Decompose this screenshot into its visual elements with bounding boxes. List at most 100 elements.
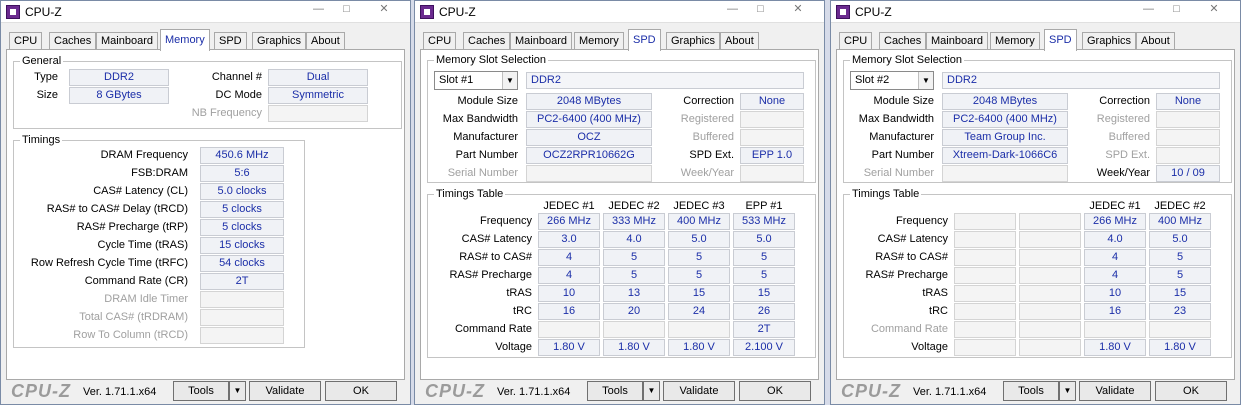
type-label: Type — [34, 71, 58, 83]
tools-dropdown-icon[interactable]: ▼ — [643, 381, 660, 401]
spd-label: Serial Number — [447, 167, 518, 179]
timing-cell — [954, 339, 1016, 356]
tab-mainboard[interactable]: Mainboard — [510, 32, 572, 50]
timing-row-label: CAS# Latency — [461, 233, 532, 245]
spd-panel: Memory Slot Selection Slot #1 ▼ DDR2 Mod… — [420, 49, 819, 380]
timing-cell: 266 MHz — [1084, 213, 1146, 230]
close-icon[interactable]: ✕ — [1194, 1, 1234, 19]
tools-dropdown-icon[interactable]: ▼ — [1059, 381, 1076, 401]
ok-button[interactable]: OK — [325, 381, 397, 401]
timing-cell: 5.0 — [733, 231, 795, 248]
slot-select-value: Slot #2 — [855, 74, 890, 86]
spd-value: Xtreem-Dark-1066C6 — [942, 147, 1068, 164]
timing-cell: 5 — [603, 267, 665, 284]
type-value: DDR2 — [69, 69, 169, 86]
timing-label: Total CAS# (tRDRAM) — [79, 311, 188, 323]
timing-cell: 2T — [733, 321, 795, 338]
close-icon[interactable]: ✕ — [778, 1, 818, 19]
tab-memory[interactable]: Memory — [160, 29, 210, 51]
timing-value: 5:6 — [200, 165, 284, 182]
tab-graphics[interactable]: Graphics — [666, 32, 721, 50]
timing-row-label: Voltage — [911, 341, 948, 353]
maximize-icon[interactable]: □ — [333, 1, 360, 19]
column-header: JEDEC #3 — [673, 200, 725, 212]
tab-about[interactable]: About — [720, 32, 759, 50]
tab-memory[interactable]: Memory — [574, 32, 624, 50]
timing-cell: 400 MHz — [668, 213, 730, 230]
tab-cpu[interactable]: CPU — [839, 32, 873, 50]
validate-button[interactable]: Validate — [1079, 381, 1151, 401]
chevron-down-icon[interactable]: ▼ — [918, 72, 933, 89]
spd-value: None — [740, 93, 804, 110]
tools-button[interactable]: Tools — [1003, 381, 1059, 401]
timing-cell: 333 MHz — [603, 213, 665, 230]
timing-cell — [1084, 321, 1146, 338]
timing-row-label: Command Rate — [870, 323, 948, 335]
tools-button[interactable]: Tools — [587, 381, 643, 401]
nbfreq-label: NB Frequency — [191, 107, 262, 119]
timing-cell — [538, 321, 600, 338]
tools-button[interactable]: Tools — [173, 381, 229, 401]
validate-button[interactable]: Validate — [663, 381, 735, 401]
tab-caches[interactable]: Caches — [463, 32, 511, 50]
timing-cell — [1019, 231, 1081, 248]
minimize-icon[interactable]: — — [1135, 1, 1162, 19]
spd-value: OCZ2RPR10662G — [526, 147, 652, 164]
timing-value: 15 clocks — [200, 237, 284, 254]
timing-cell — [954, 213, 1016, 230]
chevron-down-icon[interactable]: ▼ — [502, 72, 517, 89]
tab-cpu[interactable]: CPU — [9, 32, 43, 50]
tab-spd[interactable]: SPD — [1044, 29, 1077, 51]
timing-label: DRAM Frequency — [100, 149, 188, 161]
cpuz-app-icon — [836, 5, 850, 19]
maximize-icon[interactable]: □ — [747, 1, 774, 19]
spd-panel: Memory Slot Selection Slot #2 ▼ DDR2 Mod… — [836, 49, 1235, 380]
spd-label: Part Number — [455, 149, 518, 161]
spd-value — [942, 165, 1068, 182]
slot-select[interactable]: Slot #2 ▼ — [850, 71, 934, 90]
timing-cell: 1.80 V — [668, 339, 730, 356]
timing-row-label: Frequency — [480, 215, 532, 227]
title-bar[interactable]: CPU-Z — □ ✕ — [1, 1, 410, 23]
tab-mainboard[interactable]: Mainboard — [926, 32, 988, 50]
slot-select[interactable]: Slot #1 ▼ — [434, 71, 518, 90]
title-bar[interactable]: CPU-Z — □ ✕ — [415, 1, 824, 23]
size-label: Size — [36, 89, 58, 101]
spd-value — [526, 165, 652, 182]
column-header: JEDEC #2 — [1154, 200, 1206, 212]
ok-button[interactable]: OK — [739, 381, 811, 401]
minimize-icon[interactable]: — — [305, 1, 332, 19]
tab-caches[interactable]: Caches — [879, 32, 927, 50]
timing-cell — [668, 321, 730, 338]
maximize-icon[interactable]: □ — [1163, 1, 1190, 19]
close-icon[interactable]: ✕ — [364, 1, 404, 19]
slot-group-title: Memory Slot Selection — [434, 53, 549, 67]
tab-graphics[interactable]: Graphics — [1082, 32, 1137, 50]
timing-cell — [954, 285, 1016, 302]
timing-cell: 533 MHz — [733, 213, 795, 230]
timing-cell: 16 — [1084, 303, 1146, 320]
spd-label: Week/Year — [1096, 167, 1150, 179]
ok-button[interactable]: OK — [1155, 381, 1227, 401]
tab-memory[interactable]: Memory — [990, 32, 1040, 50]
tab-about[interactable]: About — [306, 32, 345, 50]
minimize-icon[interactable]: — — [719, 1, 746, 19]
tab-about[interactable]: About — [1136, 32, 1175, 50]
timing-cell: 5 — [733, 267, 795, 284]
tools-dropdown-icon[interactable]: ▼ — [229, 381, 246, 401]
tab-cpu[interactable]: CPU — [423, 32, 457, 50]
tab-spd[interactable]: SPD — [214, 32, 247, 50]
validate-button[interactable]: Validate — [249, 381, 321, 401]
spd-label: Buffered — [692, 131, 734, 143]
spd-label: Registered — [680, 113, 734, 125]
spd-value — [1156, 147, 1220, 164]
tab-caches[interactable]: Caches — [49, 32, 97, 50]
general-group: General Type DDR2 Size 8 GBytes Channel … — [13, 54, 402, 129]
size-value: 8 GBytes — [69, 87, 169, 104]
window-title: CPU-Z — [439, 5, 476, 19]
timing-value: 450.6 MHz — [200, 147, 284, 164]
tab-mainboard[interactable]: Mainboard — [96, 32, 158, 50]
title-bar[interactable]: CPU-Z — □ ✕ — [831, 1, 1240, 23]
tab-graphics[interactable]: Graphics — [252, 32, 307, 50]
tab-spd[interactable]: SPD — [628, 29, 661, 51]
